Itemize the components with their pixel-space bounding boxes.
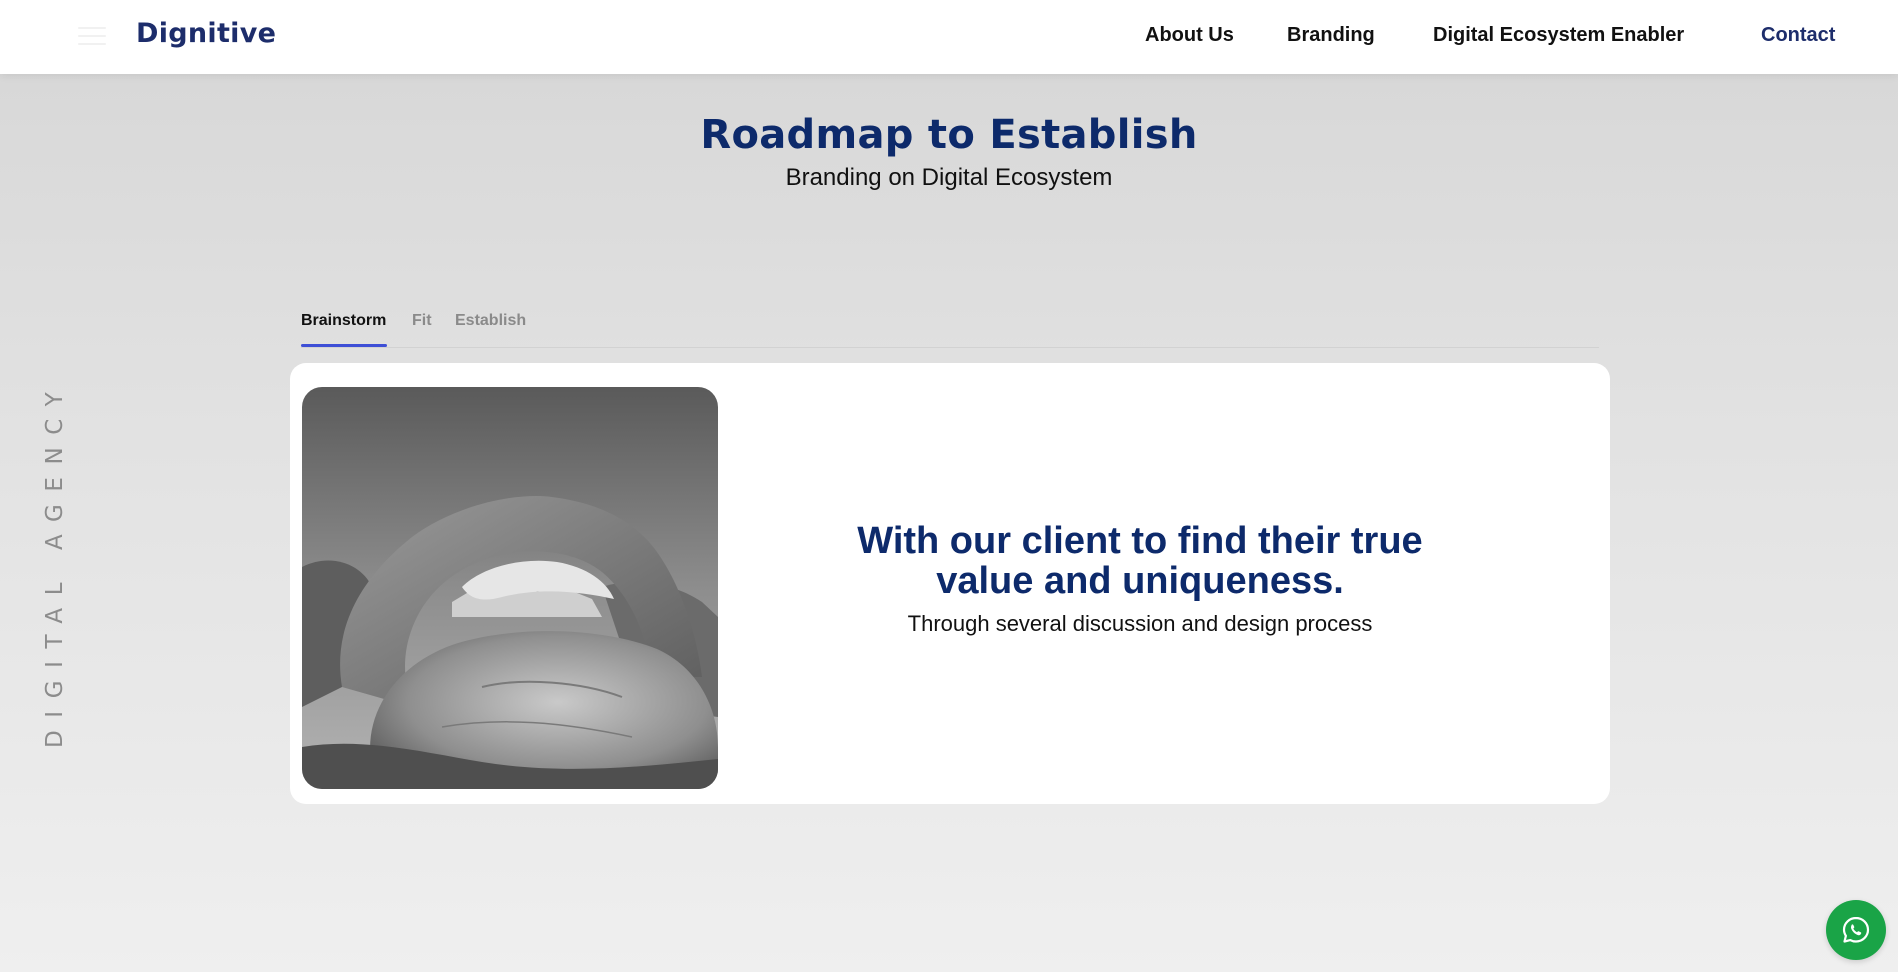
- tab-establish[interactable]: Establish: [455, 312, 526, 330]
- card-description: Through several discussion and design pr…: [907, 611, 1373, 636]
- roadmap-tabs: Brainstorm Fit Establish: [301, 306, 1599, 348]
- whatsapp-button[interactable]: [1826, 900, 1886, 960]
- side-label-digital-agency: DIGITAL AGENCY: [42, 379, 68, 748]
- card-heading: With our client to find their true value…: [857, 520, 1423, 602]
- tab-content-card: With our client to find their true value…: [290, 363, 1610, 804]
- section-title: Roadmap to Establish: [700, 112, 1198, 158]
- rock-arch-image: [302, 387, 718, 789]
- menu-line: [78, 35, 106, 37]
- site-header: Dignitive About Us Branding Digital Ecos…: [0, 0, 1898, 74]
- nav-contact[interactable]: Contact: [1761, 24, 1835, 47]
- active-tab-indicator: [301, 344, 387, 347]
- whatsapp-icon: [1842, 916, 1870, 943]
- menu-line: [78, 27, 106, 29]
- tab-fit[interactable]: Fit: [412, 312, 432, 330]
- tab-brainstorm[interactable]: Brainstorm: [301, 312, 386, 330]
- brand-logo[interactable]: Dignitive: [136, 18, 276, 49]
- section-subtitle: Branding on Digital Ecosystem: [785, 164, 1113, 191]
- menu-line: [78, 43, 106, 45]
- hamburger-icon[interactable]: [78, 27, 106, 45]
- nav-about-us[interactable]: About Us: [1145, 24, 1234, 47]
- nav-digital-ecosystem-enabler[interactable]: Digital Ecosystem Enabler: [1433, 24, 1684, 47]
- nav-branding[interactable]: Branding: [1287, 24, 1375, 47]
